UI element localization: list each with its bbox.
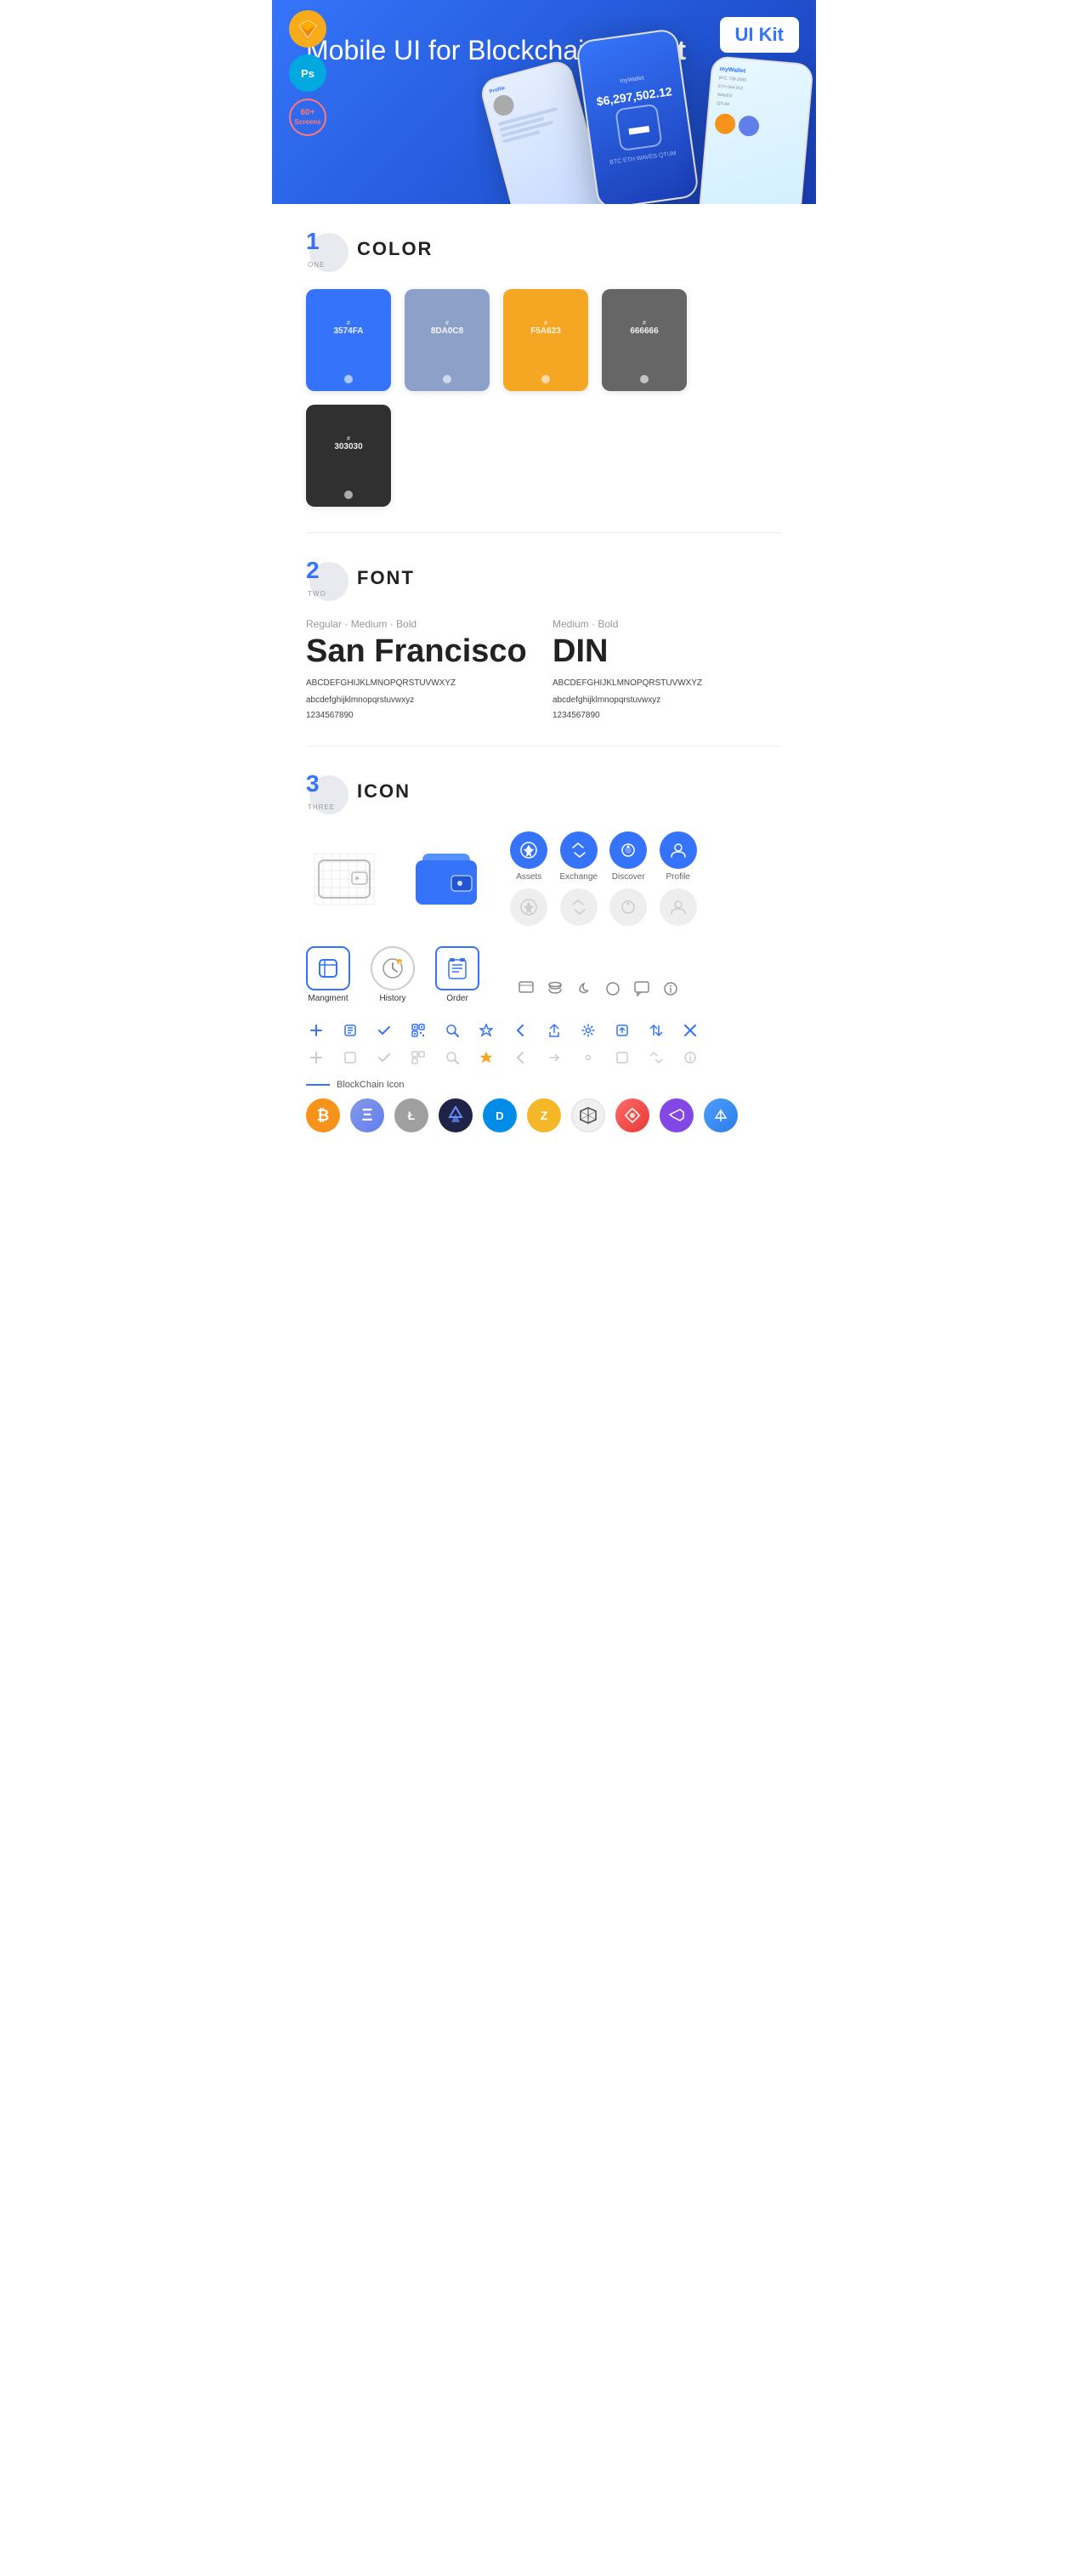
named-icons-grid: Assets Exchange Discover Profile (510, 831, 697, 926)
assets-ghost-icon-item (510, 888, 547, 926)
exchange-icon (560, 831, 598, 869)
zcash-coin: Z (527, 1098, 561, 1132)
color-section: 1 ONE COLOR #3574FA #8DA0C8 #F5A623 #666… (272, 204, 816, 532)
info-ghost-icon (680, 1047, 700, 1068)
misc-icon-row-1 (517, 979, 680, 998)
nimiq-coin (439, 1098, 473, 1132)
icon-section: 3 THREE ICON (272, 746, 816, 1158)
edit-ghost-icon (340, 1047, 360, 1068)
upload-icon (612, 1020, 632, 1041)
chevron-left-ghost-icon (510, 1047, 530, 1068)
swap-icon (646, 1020, 666, 1041)
management-icon (306, 946, 350, 990)
small-icon-row-ghost (306, 1047, 782, 1068)
close-icon (680, 1020, 700, 1041)
plus-ghost-icon (306, 1047, 326, 1068)
star-active-icon (476, 1047, 496, 1068)
chat-icon (517, 979, 536, 998)
svg-text:✦: ✦ (399, 961, 402, 966)
screens-badge: 60+Screens (289, 99, 326, 136)
discover-icon (609, 831, 647, 869)
share-icon (544, 1020, 564, 1041)
qr-icon (408, 1020, 428, 1041)
check-icon (374, 1020, 394, 1041)
bottom-icon-row: Mangment ✦ History (306, 946, 782, 1003)
moon-icon (575, 979, 593, 998)
wallet-wireframe-icon (306, 845, 382, 913)
icon-main-row: Assets Exchange Discover Profile (306, 831, 782, 926)
font-din: Medium · Bold DIN ABCDEFGHIJKLMNOPQRSTUV… (552, 618, 782, 720)
blockchain-line (306, 1084, 330, 1086)
section-number-2: 2 TWO (306, 559, 345, 598)
exchange-ghost-icon-item (559, 888, 597, 926)
profile-icon (660, 831, 697, 869)
crypto-coins-row: ₿ Ξ Ł D Z (306, 1098, 782, 1132)
exchange-icon-item: Exchange (559, 831, 597, 882)
star-icon (476, 1020, 496, 1041)
upload-ghost-icon (612, 1047, 632, 1068)
dash-coin: D (483, 1098, 517, 1132)
edit-icon (340, 1020, 360, 1041)
swap-ghost-icon (646, 1047, 666, 1068)
small-icon-row-blue (306, 1020, 782, 1041)
search-icon (442, 1020, 462, 1041)
misc-icon-group (517, 979, 680, 1003)
font-sf: Regular · Medium · Bold San Francisco AB… (306, 618, 536, 720)
section-number-1: 1 ONE (306, 230, 345, 269)
font-grid: Regular · Medium · Bold San Francisco AB… (306, 618, 782, 720)
hero-badges: Ps 60+Screens (289, 10, 326, 136)
color-swatches: #3574FA #8DA0C8 #F5A623 #666666 #303030 (306, 289, 782, 507)
discover-ghost-icon-item (609, 888, 647, 926)
ark-coin (615, 1098, 649, 1132)
check-ghost-icon (374, 1047, 394, 1068)
profile-icon-item: Profile (659, 831, 696, 882)
swatch-slate: #8DA0C8 (405, 289, 490, 391)
swatch-dark: #303030 (306, 405, 391, 507)
font-section-header: 2 TWO FONT (306, 559, 782, 598)
color-section-header: 1 ONE COLOR (306, 230, 782, 269)
matic-coin (704, 1098, 738, 1132)
order-icon-item: Order (435, 946, 479, 1003)
swatch-blue: #3574FA (306, 289, 391, 391)
iota-coin (571, 1098, 605, 1132)
exchange-ghost-icon (560, 888, 598, 926)
search-ghost-icon (442, 1047, 462, 1068)
comment-icon (632, 979, 651, 998)
litecoin-coin: Ł (394, 1098, 428, 1132)
ps-badge: Ps (289, 54, 326, 92)
icon-section-header: 3 THREE ICON (306, 772, 782, 811)
profile-ghost-icon (660, 888, 697, 926)
ethereum-coin: Ξ (350, 1098, 384, 1132)
chevron-left-icon (510, 1020, 530, 1041)
settings-icon (578, 1020, 598, 1041)
section-number-3: 3 THREE (306, 772, 345, 811)
bitcoin-coin: ₿ (306, 1098, 340, 1132)
wallet-solid-icon (408, 845, 484, 913)
sketch-badge (289, 10, 326, 48)
swatch-orange: #F5A623 (503, 289, 588, 391)
swatch-gray: #666666 (602, 289, 687, 391)
settings-ghost-icon (578, 1047, 598, 1068)
discover-ghost-icon (609, 888, 647, 926)
blockchain-label: BlockChain Icon (306, 1080, 782, 1090)
order-icon (435, 946, 479, 990)
assets-icon-item: Assets (510, 831, 547, 882)
history-icon: ✦ (371, 946, 415, 990)
stack-icon (546, 979, 564, 998)
polygon-coin (660, 1098, 694, 1132)
share-ghost-icon (544, 1047, 564, 1068)
qr-ghost-icon (408, 1047, 428, 1068)
phone-mockups: Profile myWallet $6,297,502.12 ▬ BTC ETH… (476, 17, 816, 204)
plus-icon (306, 1020, 326, 1041)
font-section: 2 TWO FONT Regular · Medium · Bold San F… (272, 533, 816, 746)
assets-icon (510, 831, 547, 869)
info-icon (661, 979, 680, 998)
management-icon-item: Mangment (306, 946, 350, 1003)
circle-icon (604, 979, 622, 998)
discover-icon-item: Discover (609, 831, 647, 882)
assets-ghost-icon (510, 888, 547, 926)
hero-section: Mobile UI for Blockchain Wallet UI Kit P… (272, 0, 816, 204)
history-icon-item: ✦ History (371, 946, 415, 1003)
profile-ghost-icon-item (659, 888, 696, 926)
